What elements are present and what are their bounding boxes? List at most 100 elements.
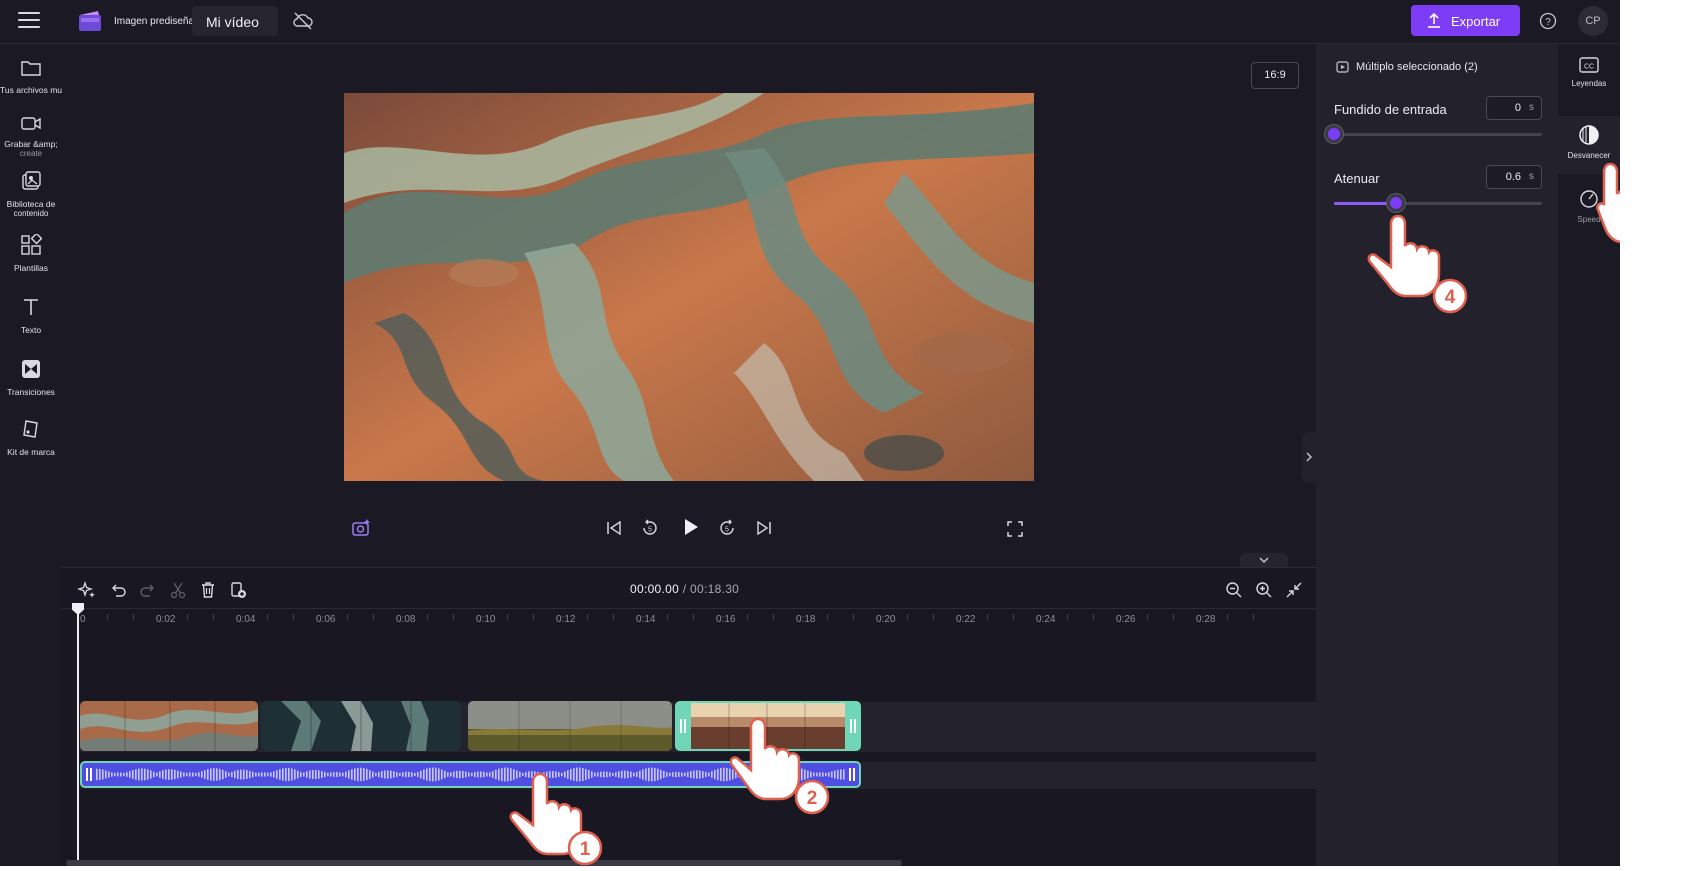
waveform-bar bbox=[735, 770, 737, 779]
waveform-bar bbox=[660, 769, 662, 780]
collapse-timeline-button[interactable] bbox=[1240, 553, 1288, 567]
ruler-tick-label: 0:16 bbox=[716, 614, 736, 625]
fit-timeline-icon[interactable] bbox=[1284, 580, 1304, 600]
waveform-bar bbox=[399, 772, 401, 777]
waveform-bar bbox=[258, 772, 260, 777]
selection-title: Múltiplo seleccionado (2) bbox=[1356, 61, 1478, 73]
ruler-tick-mark bbox=[293, 614, 295, 620]
ruler-tick-mark bbox=[373, 614, 375, 620]
fade-out-input[interactable]: 0.6 s bbox=[1486, 165, 1542, 189]
ruler-tick-label: 0:14 bbox=[636, 614, 656, 625]
waveform-bar bbox=[627, 770, 629, 779]
sidebar-item-record[interactable]: Grabar &amp; create bbox=[0, 114, 62, 158]
timecode: 00:00.00 / 00:18.30 bbox=[630, 582, 739, 596]
fade-in-slider-thumb[interactable] bbox=[1325, 125, 1343, 143]
waveform-bar bbox=[537, 771, 539, 778]
magic-tools-icon[interactable] bbox=[77, 580, 97, 600]
waveform-bar bbox=[114, 772, 116, 777]
rewind-5s-icon[interactable]: 5 bbox=[640, 518, 660, 538]
waveform-bar bbox=[609, 772, 611, 777]
waveform-bar bbox=[795, 767, 797, 782]
video-clip[interactable] bbox=[261, 701, 461, 751]
add-to-timeline-icon[interactable] bbox=[228, 580, 248, 600]
waveform-bar bbox=[705, 772, 707, 777]
delete-icon[interactable] bbox=[198, 580, 218, 600]
undo-icon[interactable] bbox=[108, 580, 128, 600]
waveform-bar bbox=[840, 769, 842, 780]
ruler-tick-label: 0:06 bbox=[316, 614, 336, 625]
zoom-in-icon[interactable] bbox=[1254, 580, 1274, 600]
waveform-bar bbox=[318, 770, 320, 779]
waveform-bar bbox=[558, 772, 560, 777]
tab-fade[interactable]: Desvanecer bbox=[1558, 116, 1620, 174]
waveform-bar bbox=[513, 769, 515, 780]
skip-to-end-icon[interactable] bbox=[755, 519, 773, 537]
fullscreen-icon[interactable] bbox=[1006, 520, 1024, 538]
export-button[interactable]: Exportar bbox=[1411, 5, 1520, 36]
camera-icon bbox=[21, 117, 41, 130]
waveform-bar bbox=[207, 769, 209, 780]
ruler-tick-mark bbox=[1173, 614, 1175, 620]
collapse-right-panel-button[interactable] bbox=[1302, 432, 1316, 482]
waveform-bar bbox=[525, 771, 527, 778]
cloud-off-icon[interactable] bbox=[292, 11, 314, 31]
ruler-tick-mark bbox=[266, 614, 268, 620]
forward-5s-icon[interactable]: 5 bbox=[717, 518, 737, 538]
sidebar-item-label: Grabar &amp; bbox=[4, 139, 58, 149]
help-icon[interactable]: ? bbox=[1538, 11, 1558, 31]
waveform-bar bbox=[495, 769, 497, 780]
waveform-bar bbox=[342, 772, 344, 777]
ruler-tick-label: 0:28 bbox=[1196, 614, 1216, 625]
waveform-bar bbox=[501, 767, 503, 782]
waveform-bar bbox=[165, 769, 167, 780]
brand-kit-icon bbox=[23, 420, 38, 438]
timeline-scrollbar[interactable] bbox=[66, 860, 902, 866]
sidebar-item-media[interactable]: Tus archivos multimedia bbox=[0, 58, 91, 95]
play-icon[interactable] bbox=[679, 516, 701, 538]
sidebar-item-transitions[interactable]: Transiciones bbox=[0, 358, 62, 397]
selected-video-clip[interactable] bbox=[675, 701, 861, 751]
waveform-bar bbox=[369, 770, 371, 779]
project-name-input[interactable]: Mi vídeo bbox=[192, 6, 278, 36]
waveform-bar bbox=[411, 772, 413, 777]
playhead[interactable] bbox=[77, 604, 79, 866]
ruler-tick-mark bbox=[613, 614, 615, 620]
audio-clip[interactable] bbox=[80, 761, 861, 788]
magic-camera-icon[interactable] bbox=[350, 517, 372, 539]
waveform-bar bbox=[519, 771, 521, 778]
video-clip[interactable] bbox=[468, 701, 672, 751]
skip-to-start-icon[interactable] bbox=[605, 519, 623, 537]
waveform-bar bbox=[264, 772, 266, 777]
sidebar-item-sublabel: contenido bbox=[13, 209, 49, 218]
waveform-bar bbox=[651, 767, 653, 782]
tab-speed[interactable]: Speed bbox=[1558, 184, 1620, 242]
waveform-bar bbox=[579, 767, 581, 782]
waveform-bar bbox=[150, 770, 152, 779]
waveform-bar bbox=[333, 772, 335, 777]
sidebar-item-content-library[interactable]: Biblioteca de contenido bbox=[0, 170, 62, 218]
chevron-right-icon bbox=[1306, 452, 1312, 462]
waveform-bar bbox=[630, 771, 632, 778]
zoom-out-icon[interactable] bbox=[1224, 580, 1244, 600]
ruler-tick-label: 0:18 bbox=[796, 614, 816, 625]
redo-icon[interactable] bbox=[138, 580, 158, 600]
fade-out-unit: s bbox=[1529, 171, 1534, 182]
fade-in-slider-track[interactable] bbox=[1334, 133, 1542, 136]
fade-out-slider-thumb[interactable] bbox=[1387, 194, 1406, 212]
sidebar-item-templates[interactable]: Plantillas bbox=[0, 234, 62, 273]
avatar[interactable]: CP bbox=[1578, 6, 1608, 36]
waveform-bar bbox=[576, 767, 578, 782]
menu-icon[interactable] bbox=[18, 12, 40, 30]
waveform-bar bbox=[531, 771, 533, 778]
sidebar-item-text[interactable]: Texto bbox=[0, 296, 62, 335]
waveform-bar bbox=[759, 771, 761, 778]
waveform-bar bbox=[747, 772, 749, 777]
fade-in-input[interactable]: 0 s bbox=[1486, 96, 1542, 120]
waveform-bar bbox=[240, 769, 242, 780]
video-clip[interactable] bbox=[80, 701, 258, 751]
sidebar-item-brand-kit[interactable]: Kit de marca bbox=[0, 418, 62, 457]
split-icon[interactable] bbox=[168, 580, 188, 600]
aspect-ratio-button[interactable]: 16:9 bbox=[1251, 62, 1299, 89]
tab-captions[interactable]: CC Leyendas bbox=[1558, 52, 1620, 108]
sidebar-item-label: Transiciones bbox=[7, 387, 55, 397]
